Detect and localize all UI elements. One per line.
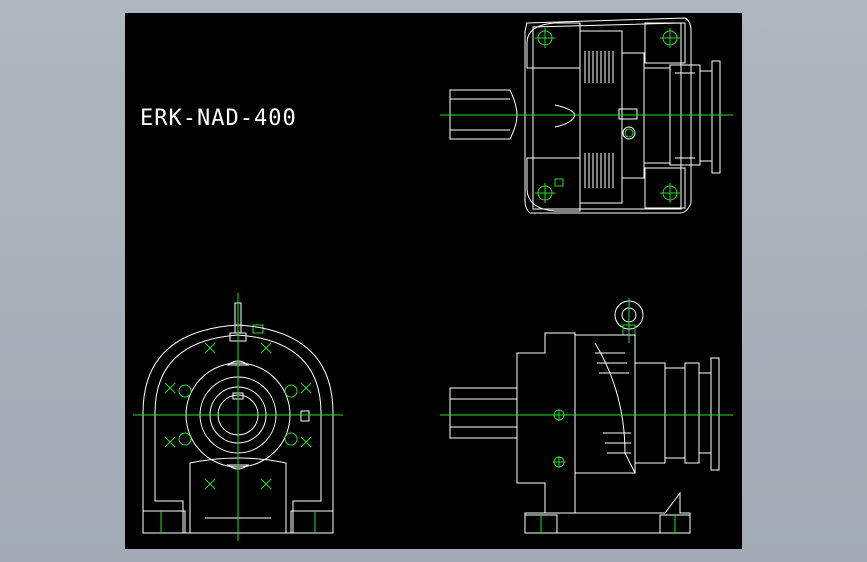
drawing-title: ERK-NAD-400 (140, 106, 297, 131)
gearbox-drawing: ERK-NAD-400 (133, 17, 733, 541)
side-view (440, 298, 733, 534)
front-view (133, 293, 343, 541)
drawing-canvas[interactable]: ERK-NAD-400 (125, 13, 742, 549)
side-ribs (595, 352, 631, 454)
top-view (440, 17, 733, 214)
cooling-ribs (584, 51, 614, 188)
cad-viewport[interactable]: ERK-NAD-400 (0, 0, 867, 562)
